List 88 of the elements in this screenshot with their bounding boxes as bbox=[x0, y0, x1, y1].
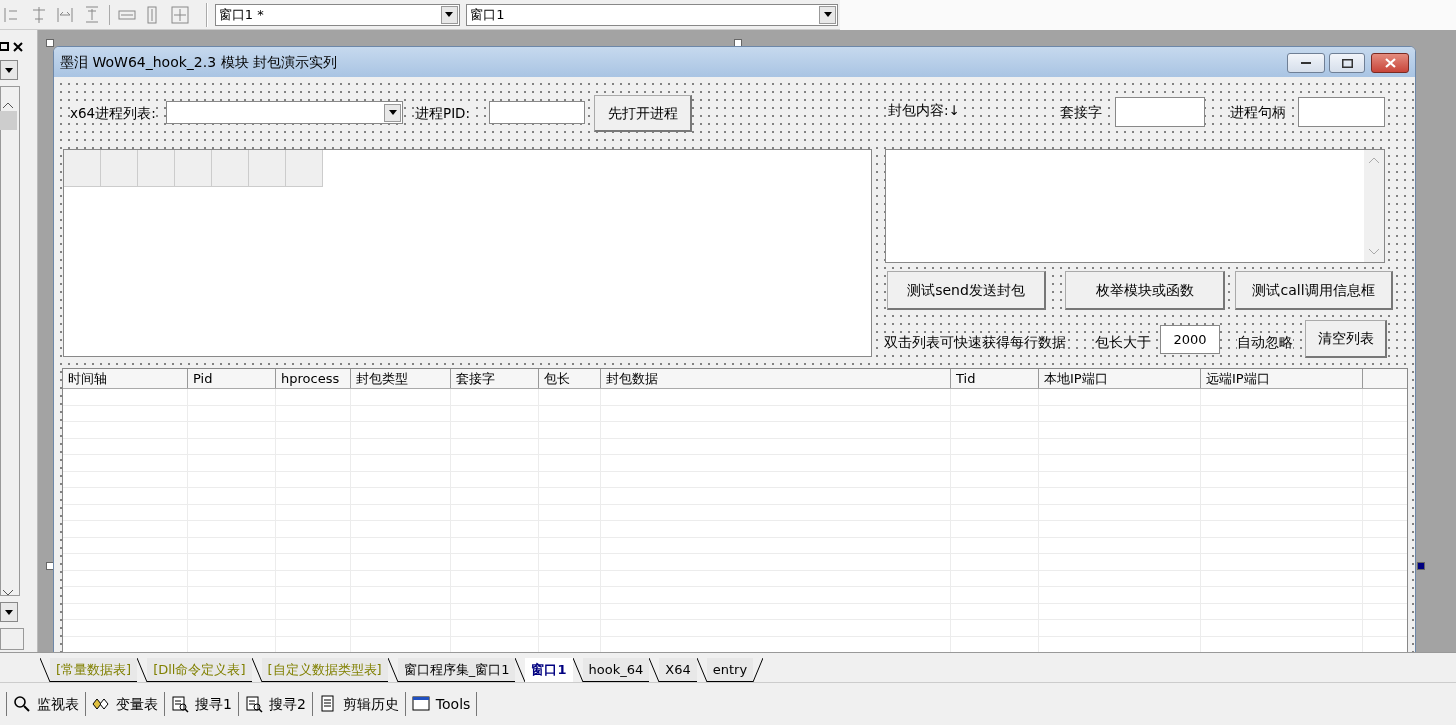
panel-button[interactable]: 剪辑历史 bbox=[311, 692, 405, 716]
editor-tab[interactable]: [Dll命令定义表] bbox=[147, 658, 252, 682]
grid-cell[interactable] bbox=[286, 150, 323, 187]
field-label: 双击列表可快速获得每行数据 bbox=[884, 333, 1066, 351]
restore-icon[interactable] bbox=[0, 41, 10, 52]
align-icon[interactable] bbox=[169, 4, 190, 25]
column-header[interactable]: hprocess bbox=[276, 369, 351, 388]
tab-divider bbox=[572, 658, 583, 682]
tab-divider bbox=[649, 658, 660, 682]
maximize-icon bbox=[1341, 58, 1353, 68]
editor-tab[interactable]: [常量数据表] bbox=[50, 658, 138, 682]
panel-button[interactable]: Tools bbox=[404, 692, 478, 716]
window-icon bbox=[411, 695, 430, 713]
dropdown-arrow-icon bbox=[387, 109, 398, 116]
column-header[interactable]: Pid bbox=[188, 369, 276, 388]
window-selector[interactable]: 窗口1 * bbox=[214, 3, 460, 26]
column-header[interactable]: Tid bbox=[951, 369, 1039, 388]
editor-tab[interactable]: hook_64 bbox=[582, 658, 650, 682]
action-button[interactable]: 清空列表 bbox=[1305, 320, 1387, 358]
action-button[interactable]: 枚举模块或函数 bbox=[1065, 271, 1225, 310]
field-label: 套接字 bbox=[1060, 103, 1102, 121]
scroll-up-icon[interactable] bbox=[2, 100, 14, 109]
column-header[interactable]: 封包类型 bbox=[351, 369, 451, 388]
tab-divider bbox=[515, 658, 526, 682]
tab-divider bbox=[40, 658, 50, 682]
column-header[interactable]: 包长 bbox=[539, 369, 601, 388]
dropdown-arrow-icon bbox=[4, 66, 14, 74]
grid-cell[interactable] bbox=[101, 150, 138, 187]
editor-tab[interactable]: 窗口程序集_窗口1 bbox=[397, 658, 516, 682]
column-header[interactable]: 时间轴 bbox=[63, 369, 188, 388]
window-minimize-button[interactable] bbox=[1287, 53, 1325, 73]
editor-tab[interactable]: entry bbox=[706, 658, 754, 682]
document-search-icon bbox=[244, 695, 263, 713]
tab-divider bbox=[137, 658, 148, 682]
field-label: 包长大于 bbox=[1095, 333, 1151, 351]
tab-divider bbox=[387, 658, 398, 682]
resize-handle[interactable] bbox=[1417, 562, 1425, 570]
tab-divider bbox=[696, 658, 707, 682]
tab-divider bbox=[251, 658, 262, 682]
panel-button[interactable]: 搜寻2 bbox=[237, 692, 312, 716]
scroll-down-icon[interactable] bbox=[2, 588, 14, 597]
editor-tab[interactable]: [自定义数据类型表] bbox=[261, 658, 388, 682]
field-label: 自动忽略 bbox=[1237, 333, 1293, 351]
field-label: 进程句柄 bbox=[1230, 103, 1286, 121]
field-label: 进程PID: bbox=[415, 104, 471, 122]
editor-tab[interactable]: X64 bbox=[659, 658, 697, 682]
document-icon bbox=[318, 695, 337, 713]
packet-list[interactable]: 时间轴 Pid hprocess 封包类型 套接字 包长 封包数据 Tid 本地IP端口 远端IP端口 bbox=[62, 368, 1408, 652]
grid-cell[interactable] bbox=[138, 150, 175, 187]
window-title: 墨泪 WoW64_hook_2.3 模块 封包演示实列 bbox=[60, 52, 337, 72]
grid-cell[interactable] bbox=[64, 150, 101, 187]
panel-button[interactable]: 搜寻1 bbox=[164, 692, 238, 716]
panel-button[interactable]: 监视表 bbox=[6, 692, 85, 716]
dropdown-arrow-icon bbox=[444, 11, 455, 18]
column-header[interactable]: 封包数据 bbox=[601, 369, 951, 388]
grid-cell[interactable] bbox=[249, 150, 286, 187]
grid-cell[interactable] bbox=[175, 150, 212, 187]
field-label: x64进程列表: bbox=[70, 104, 156, 122]
dropdown-arrow-icon bbox=[822, 11, 833, 18]
minimize-icon bbox=[1301, 62, 1311, 64]
action-button[interactable]: 先打开进程 bbox=[594, 95, 692, 132]
tab-divider bbox=[753, 658, 764, 682]
resize-handle[interactable] bbox=[46, 39, 54, 47]
editor-tab[interactable]: 窗口1 bbox=[525, 658, 573, 682]
dropdown-arrow-icon bbox=[4, 608, 14, 616]
action-button[interactable]: 测试send发送封包 bbox=[887, 271, 1046, 310]
column-header[interactable]: 本地IP端口 bbox=[1039, 369, 1201, 388]
dropdown[interactable] bbox=[0, 602, 18, 622]
column-header[interactable]: 远端IP端口 bbox=[1201, 369, 1363, 388]
close-icon bbox=[1384, 58, 1396, 68]
process-dropdown[interactable] bbox=[166, 101, 403, 124]
input-field[interactable] bbox=[1115, 97, 1205, 127]
action-button[interactable]: 测试call调用信息框 bbox=[1235, 271, 1393, 310]
field-label: 封包内容:↓ bbox=[888, 101, 960, 119]
search-icon bbox=[13, 695, 31, 713]
document-search-icon bbox=[171, 695, 189, 713]
close-icon[interactable] bbox=[13, 41, 23, 52]
window-selector[interactable]: 窗口1 bbox=[466, 3, 839, 26]
window-maximize-button[interactable] bbox=[1329, 53, 1365, 73]
window-close-button[interactable] bbox=[1371, 53, 1409, 73]
input-field[interactable]: 2000 bbox=[1160, 325, 1220, 354]
grid-cell[interactable] bbox=[212, 150, 249, 187]
scroll-thumb[interactable] bbox=[0, 111, 17, 130]
column-header[interactable]: 套接字 bbox=[451, 369, 539, 388]
dropdown[interactable] bbox=[0, 60, 18, 80]
input-field[interactable] bbox=[1298, 97, 1385, 127]
input-field[interactable] bbox=[489, 101, 585, 124]
panel-button[interactable]: 变量表 bbox=[85, 692, 164, 716]
